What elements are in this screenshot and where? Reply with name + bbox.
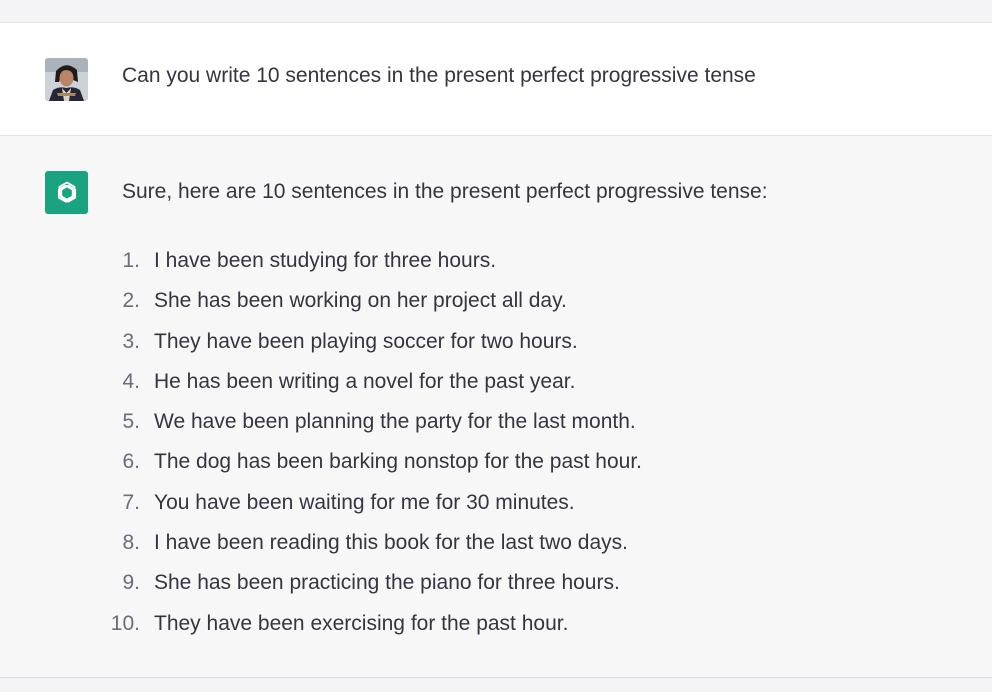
chat-page: Can you write 10 sentences in the presen… bbox=[0, 0, 992, 692]
list-item-text: The dog has been barking nonstop for the… bbox=[154, 450, 643, 474]
list-item-number: 1. bbox=[122, 249, 140, 272]
list-item-number: 3. bbox=[122, 329, 140, 353]
list-item: 3. They have been playing soccer for two … bbox=[0, 327, 992, 367]
list-item-text: He has been writing a novel for the past… bbox=[154, 369, 576, 393]
list-item-text: They have been exercising for the past h… bbox=[154, 611, 569, 635]
list-item-number: 10. bbox=[110, 611, 140, 635]
list-item-number: 2. bbox=[122, 289, 140, 313]
list-item: 1. I have been studying for three hours. bbox=[0, 246, 992, 286]
list-item-number: 8. bbox=[122, 531, 140, 555]
list-item: 6. The dog has been barking nonstop for t… bbox=[0, 447, 992, 487]
list-item: 2. She has been working on her project al… bbox=[0, 286, 992, 326]
assistant-numbered-list: 1. I have been studying for three hours. 2… bbox=[0, 246, 992, 649]
list-item-text: We have been planning the party for the … bbox=[154, 410, 636, 434]
user-message-row: Can you write 10 sentences in the presen… bbox=[0, 23, 992, 136]
user-avatar bbox=[45, 58, 88, 101]
list-item: 5. We have been planning the party for th… bbox=[0, 407, 992, 447]
openai-logo-icon bbox=[57, 181, 76, 203]
list-item-text: She has been working on her project all … bbox=[154, 289, 567, 313]
list-item-text: I have been reading this book for the la… bbox=[154, 531, 628, 555]
list-item-text: I have been studying for three hours. bbox=[154, 249, 497, 272]
list-item: 10. They have been exercising for the pas… bbox=[0, 609, 992, 649]
list-item-text: You have been waiting for me for 30 minu… bbox=[154, 490, 575, 514]
list-item-number: 9. bbox=[122, 571, 140, 595]
list-item-number: 4. bbox=[122, 369, 140, 393]
list-item: 4. He has been writing a novel for the pa… bbox=[0, 367, 992, 407]
assistant-intro-text: Sure, here are 10 sentences in the prese… bbox=[122, 180, 768, 203]
list-item: 7. You have been waiting for me for 30 mi… bbox=[0, 488, 992, 528]
list-item-number: 6. bbox=[122, 450, 140, 474]
top-divider-strip bbox=[0, 0, 992, 23]
user-avatar-photo bbox=[45, 58, 88, 101]
list-item-number: 7. bbox=[122, 490, 140, 514]
bottom-divider-strip bbox=[0, 678, 992, 692]
list-item-number: 5. bbox=[122, 410, 140, 434]
user-message-text: Can you write 10 sentences in the presen… bbox=[122, 64, 756, 87]
list-item: 8. I have been reading this book for the … bbox=[0, 528, 992, 568]
assistant-avatar bbox=[45, 171, 88, 214]
assistant-message-row: Sure, here are 10 sentences in the prese… bbox=[0, 136, 992, 678]
list-item-text: They have been playing soccer for two ho… bbox=[154, 329, 578, 353]
list-item: 9. She has been practicing the piano for … bbox=[0, 568, 992, 608]
list-item-text: She has been practicing the piano for th… bbox=[154, 571, 620, 595]
